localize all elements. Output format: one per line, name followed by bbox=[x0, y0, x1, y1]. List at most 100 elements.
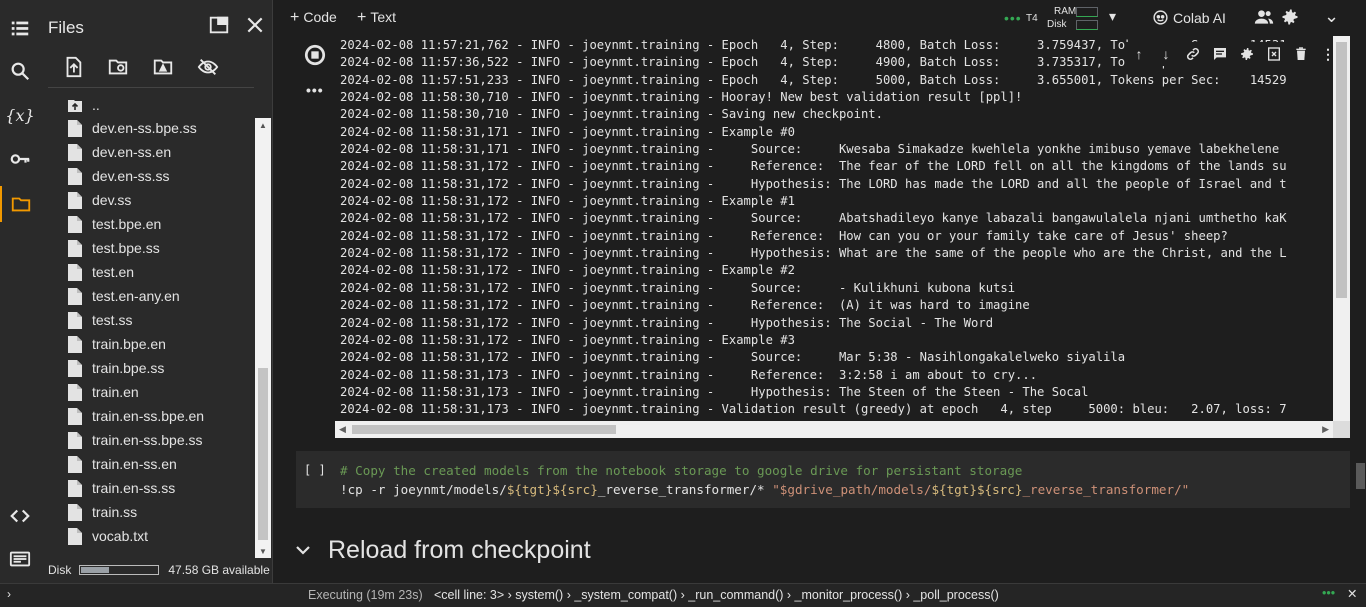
trace-separator-icon: › bbox=[783, 588, 795, 602]
delete-icon[interactable] bbox=[1291, 44, 1311, 64]
file-row[interactable]: train.ss bbox=[40, 500, 255, 524]
mount-drive-icon[interactable] bbox=[150, 54, 176, 80]
file-icon bbox=[68, 335, 82, 353]
hide-files-icon[interactable] bbox=[195, 54, 221, 80]
file-name: vocab.txt bbox=[92, 528, 149, 544]
collapse-header-icon[interactable]: ⌄ bbox=[1324, 6, 1339, 27]
share-people-icon[interactable] bbox=[1254, 7, 1274, 30]
code-var-tgt: ${tgt} bbox=[506, 482, 553, 497]
file-row[interactable]: dev.en-ss.ss bbox=[40, 164, 255, 188]
code-str-suffix: _reverse_transformer/" bbox=[1022, 482, 1190, 497]
scrollbar-thumb[interactable] bbox=[258, 368, 268, 540]
notebook-scrollbar-thumb[interactable] bbox=[1356, 463, 1365, 489]
files-toolbar bbox=[60, 54, 221, 80]
file-row[interactable]: vocab.txt bbox=[40, 524, 255, 548]
variables-icon[interactable]: {x} bbox=[0, 97, 40, 133]
move-up-icon[interactable]: ↑ bbox=[1129, 44, 1149, 64]
scroll-left-arrow[interactable]: ◀ bbox=[339, 424, 346, 435]
folder-icon[interactable] bbox=[0, 186, 40, 222]
close-icon[interactable] bbox=[243, 13, 267, 37]
file-row[interactable]: train.en-ss.ss bbox=[40, 476, 255, 500]
trace-frame[interactable]: _poll_process() bbox=[913, 588, 998, 602]
file-row[interactable]: test.en-any.en bbox=[40, 284, 255, 308]
key-icon[interactable] bbox=[0, 141, 40, 177]
log-line: 2024-02-08 11:58:31,172 - INFO - joeynmt… bbox=[340, 263, 795, 278]
file-icon bbox=[68, 383, 82, 401]
cell-settings-icon[interactable] bbox=[1237, 44, 1257, 64]
output-actions-icon[interactable]: ••• bbox=[306, 82, 324, 98]
parent-folder-row[interactable]: .. bbox=[40, 96, 255, 116]
folder-up-icon bbox=[68, 99, 82, 112]
scroll-right-arrow[interactable]: ▶ bbox=[1322, 424, 1329, 435]
horizontal-scroll-thumb[interactable] bbox=[352, 425, 616, 434]
section-header[interactable]: Reload from checkpoint bbox=[296, 536, 591, 565]
trace-frame[interactable]: _system_compat() bbox=[574, 588, 677, 602]
close-status-icon[interactable]: ✕ bbox=[1347, 586, 1357, 601]
comment-icon[interactable] bbox=[1210, 44, 1230, 64]
running-dots-icon: ••• bbox=[1004, 10, 1022, 26]
disk-bar bbox=[1076, 20, 1098, 30]
file-tree-scrollbar[interactable]: ▲ ▼ bbox=[255, 118, 271, 558]
file-row[interactable]: train.en-ss.bpe.ss bbox=[40, 428, 255, 452]
file-icon bbox=[68, 455, 82, 473]
file-row[interactable]: test.bpe.ss bbox=[40, 236, 255, 260]
trace-frame[interactable]: system() bbox=[515, 588, 563, 602]
add-code-button[interactable]: + Code bbox=[290, 9, 337, 27]
trace-separator-icon: › bbox=[504, 588, 516, 602]
log-line: 2024-02-08 11:58:30,710 - INFO - joeynmt… bbox=[340, 90, 1023, 105]
output-area: 2024-02-08 11:57:21,762 - INFO - joeynmt… bbox=[335, 36, 1350, 440]
add-text-button[interactable]: + Text bbox=[357, 9, 396, 27]
file-row[interactable]: train.bpe.en bbox=[40, 332, 255, 356]
output-horizontal-scrollbar[interactable]: ◀ ▶ bbox=[335, 421, 1333, 438]
file-icon bbox=[68, 479, 82, 497]
link-icon[interactable] bbox=[1183, 44, 1203, 64]
refresh-folder-icon[interactable] bbox=[105, 54, 131, 80]
trace-separator-icon: › bbox=[902, 588, 914, 602]
resources-dropdown-icon[interactable]: ▾ bbox=[1109, 8, 1116, 25]
code-editor[interactable]: # Copy the created models from the noteb… bbox=[340, 461, 1189, 499]
file-row[interactable]: dev.en-ss.bpe.ss bbox=[40, 116, 255, 140]
file-name: dev.en-ss.en bbox=[92, 144, 172, 160]
file-row[interactable]: test.ss bbox=[40, 308, 255, 332]
file-row[interactable]: dev.en-ss.en bbox=[40, 140, 255, 164]
settings-gear-icon[interactable] bbox=[1280, 7, 1300, 30]
colab-ai-button[interactable]: Colab AI bbox=[1152, 9, 1226, 26]
trace-frame[interactable]: _run_command() bbox=[688, 588, 783, 602]
terminal-icon[interactable] bbox=[0, 541, 40, 577]
output-vertical-scrollbar[interactable] bbox=[1333, 36, 1350, 422]
disk-label: Disk bbox=[48, 563, 72, 577]
disk-available: 47.58 GB available bbox=[168, 563, 270, 577]
file-icon bbox=[68, 311, 82, 329]
trace-frame[interactable]: <cell line: 3> bbox=[434, 588, 504, 602]
vertical-scroll-thumb[interactable] bbox=[1336, 42, 1347, 298]
file-row[interactable]: test.bpe.en bbox=[40, 212, 255, 236]
collapse-section-icon[interactable] bbox=[296, 542, 310, 560]
file-row[interactable]: train.bpe.ss bbox=[40, 356, 255, 380]
search-icon[interactable] bbox=[0, 53, 40, 89]
file-name: test.bpe.ss bbox=[92, 240, 160, 256]
scroll-down-arrow[interactable]: ▼ bbox=[259, 547, 267, 556]
expand-status-icon[interactable]: › bbox=[7, 587, 11, 601]
log-line: 2024-02-08 11:58:31,172 - INFO - joeynmt… bbox=[340, 315, 994, 330]
run-cell-button[interactable]: [ ] bbox=[304, 463, 326, 477]
file-row[interactable]: dev.ss bbox=[40, 188, 255, 212]
file-row[interactable]: train.en-ss.en bbox=[40, 452, 255, 476]
training-log: 2024-02-08 11:57:21,762 - INFO - joeynmt… bbox=[340, 37, 1287, 419]
file-row[interactable]: train.en-ss.bpe.en bbox=[40, 404, 255, 428]
move-down-icon[interactable]: ↓ bbox=[1156, 44, 1176, 64]
file-row[interactable]: train.en bbox=[40, 380, 255, 404]
open-in-tab-icon[interactable] bbox=[1264, 44, 1284, 64]
open-in-tab-icon[interactable] bbox=[207, 13, 231, 37]
file-row[interactable]: test.en bbox=[40, 260, 255, 284]
code-cell[interactable]: [ ] # Copy the created models from the n… bbox=[296, 451, 1350, 508]
file-name: dev.en-ss.ss bbox=[92, 168, 170, 184]
code-brackets-icon[interactable] bbox=[0, 498, 40, 534]
scroll-up-arrow[interactable]: ▲ bbox=[259, 121, 267, 130]
log-line: 2024-02-08 11:58:31,171 - INFO - joeynmt… bbox=[340, 124, 795, 139]
upload-file-icon[interactable] bbox=[60, 54, 86, 80]
file-icon bbox=[68, 191, 82, 209]
table-of-contents-icon[interactable] bbox=[0, 10, 40, 46]
files-divider bbox=[48, 87, 254, 88]
stop-execution-icon[interactable] bbox=[304, 44, 326, 71]
trace-frame[interactable]: _monitor_process() bbox=[795, 588, 903, 602]
